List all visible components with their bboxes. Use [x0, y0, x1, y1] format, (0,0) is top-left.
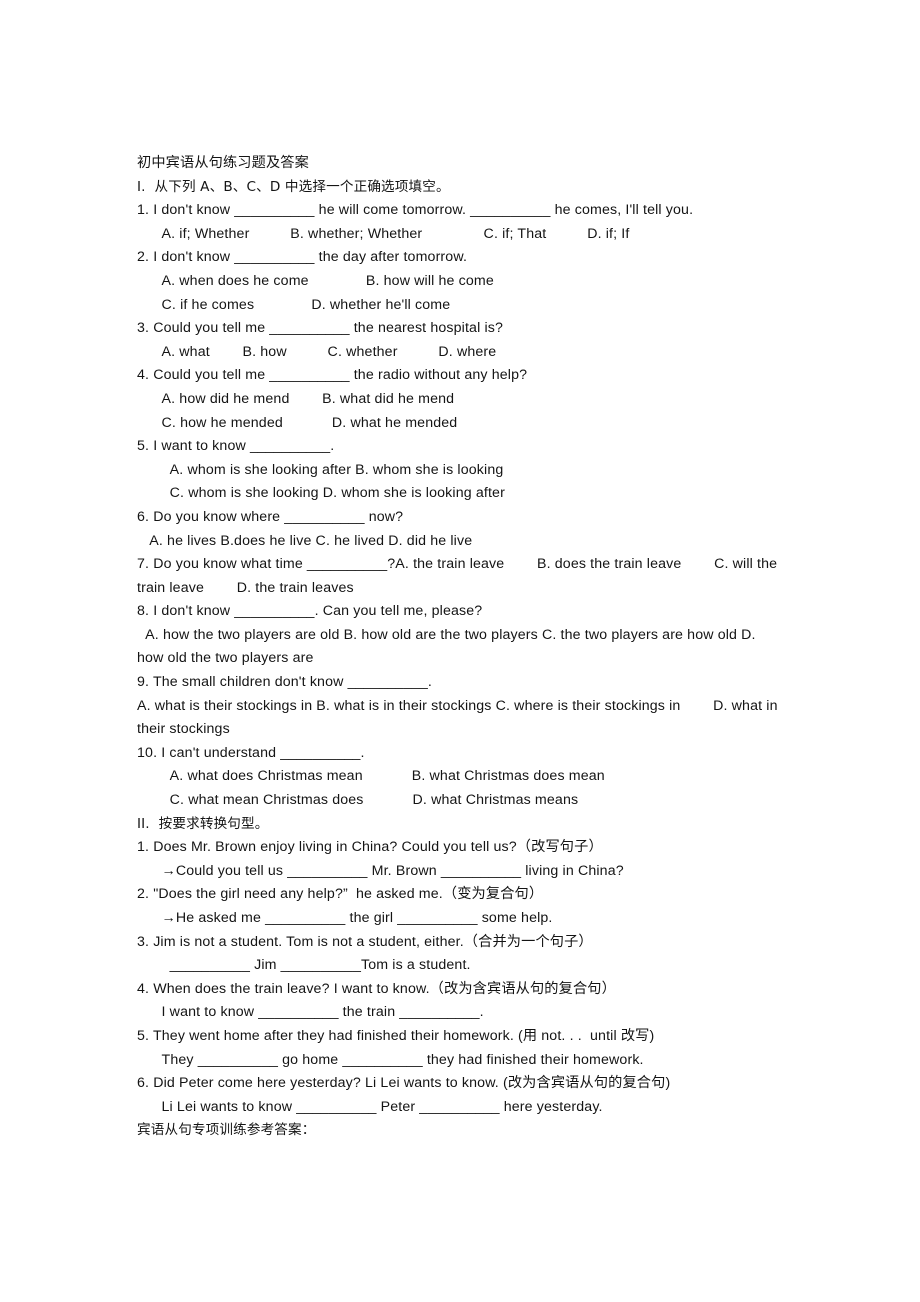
document-body: 初中宾语从句练习题及答案 I. 从下列 A、B、C、D 中选择一个正确选项填空。…	[137, 152, 785, 1143]
section-heading-1: I. 从下列 A、B、C、D 中选择一个正确选项填空。	[137, 178, 450, 195]
transform-6-answer: Li Lei wants to know __________ Peter __…	[137, 1098, 603, 1115]
question-4-options-a: A. how did he mend B. what did he mend	[137, 390, 455, 407]
question-10-stem: 10. I can't understand __________.	[137, 744, 365, 761]
question-6-stem: 6. Do you know where __________ now?	[137, 508, 404, 525]
question-4-stem: 4. Could you tell me __________ the radi…	[137, 367, 528, 384]
question-1-stem: 1. I don't know __________ he will come …	[137, 202, 694, 219]
transform-4-stem: 4. When does the train leave? I want to …	[137, 980, 616, 997]
question-5-options-a: A. whom is she looking after B. whom she…	[137, 461, 504, 478]
transform-5-answer: They __________ go home __________ they …	[137, 1051, 644, 1068]
question-2-options-b: C. if he comes D. whether he'll come	[137, 296, 451, 313]
answer-key-heading: 宾语从句专项训练参考答案：	[137, 1122, 316, 1139]
transform-3-stem: 3. Jim is not a student. Tom is not a st…	[137, 933, 593, 950]
question-9-stem: 9. The small children don't know _______…	[137, 674, 432, 691]
question-10-options-b: C. what mean Christmas does D. what Chri…	[137, 792, 579, 809]
transform-1-answer: →Could you tell us __________ Mr. Brown …	[137, 862, 624, 879]
transform-6-stem: 6. Did Peter come here yesterday? Li Lei…	[137, 1075, 671, 1092]
question-1-options-a: A. if; Whether B. whether; Whether C. if…	[137, 225, 630, 242]
question-4-options-b: C. how he mended D. what he mended	[137, 414, 458, 431]
question-2-stem: 2. I don't know __________ the day after…	[137, 249, 468, 266]
question-7-stem: 7. Do you know what time __________?A. t…	[137, 556, 782, 596]
transform-3-answer: __________ Jim __________Tom is a studen…	[137, 957, 471, 974]
transform-2-answer: →He asked me __________ the girl _______…	[137, 910, 553, 926]
transform-2-stem: 2. "Does the girl need any help?” he ask…	[137, 886, 544, 903]
question-6-options-a: A. he lives B.does he live C. he lived D…	[137, 532, 473, 549]
question-9-options-a: A. what is their stockings in B. what is…	[137, 697, 782, 738]
transform-1-stem: 1. Does Mr. Brown enjoy living in China?…	[137, 839, 603, 856]
transform-5-stem: 5. They went home after they had finishe…	[137, 1027, 655, 1044]
question-2-options-a: A. when does he come B. how will he come	[137, 272, 494, 289]
document-title: 初中宾语从句练习题及答案	[137, 155, 309, 171]
transform-4-answer: I want to know __________ the train ____…	[137, 1004, 484, 1021]
document-page: 初中宾语从句练习题及答案 I. 从下列 A、B、C、D 中选择一个正确选项填空。…	[0, 0, 920, 1302]
question-5-options-b: C. whom is she looking D. whom she is lo…	[137, 485, 505, 502]
section-heading-2: II. 按要求转换句型。	[137, 815, 269, 832]
question-10-options-a: A. what does Christmas mean B. what Chri…	[137, 768, 605, 785]
question-8-options-a: A. how the two players are old B. how ol…	[137, 626, 760, 667]
question-5-stem: 5. I want to know __________.	[137, 438, 335, 455]
question-8-stem: 8. I don't know __________. Can you tell…	[137, 603, 483, 620]
question-3-options-a: A. what B. how C. whether D. where	[137, 343, 497, 360]
question-3-stem: 3. Could you tell me __________ the near…	[137, 320, 504, 337]
